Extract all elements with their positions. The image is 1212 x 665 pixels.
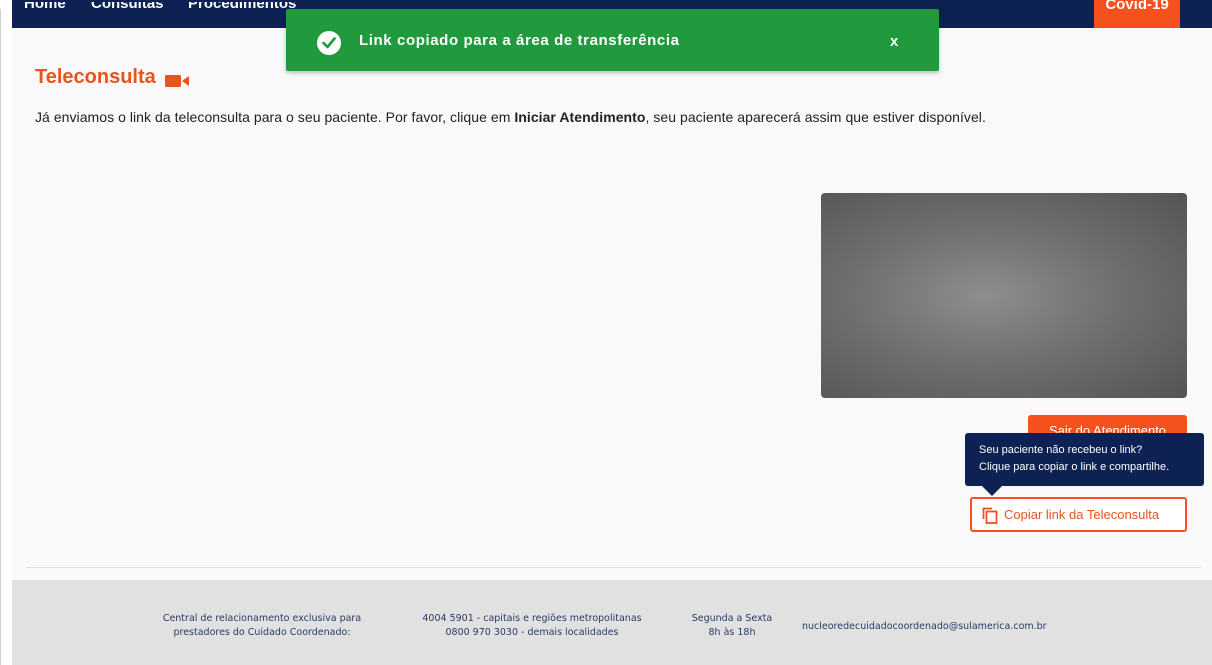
- tooltip-line-1: Seu paciente não recebeu o link?: [979, 444, 1143, 456]
- page-title-text: Teleconsulta: [35, 66, 156, 88]
- intro-text: Já enviamos o link da teleconsulta para …: [35, 109, 986, 125]
- footer-phone-line-1: 4004 5901 - capitais e regiões metropoli…: [422, 613, 642, 624]
- footer-email[interactable]: nucleoredecuidadocoordenado@sulamerica.c…: [802, 620, 1092, 634]
- tooltip-arrow: [982, 486, 1002, 496]
- intro-text-start: Já enviamos o link da teleconsulta para …: [35, 109, 515, 125]
- nav-item-home[interactable]: Home: [24, 2, 66, 16]
- footer-phone-numbers: 4004 5901 - capitais e regiões metropoli…: [397, 612, 667, 640]
- footer-support-line-2: prestadores do Cuidado Coordenado:: [173, 627, 351, 638]
- video-preview: [821, 193, 1187, 398]
- success-toast: Link copiado para a área de transferênci…: [286, 9, 939, 71]
- footer-hours: Segunda a Sexta 8h às 18h: [672, 612, 792, 640]
- footer-support-line-1: Central de relacionamento exclusiva para: [162, 613, 362, 624]
- toast-message: Link copiado para a área de transferênci…: [359, 32, 680, 49]
- check-circle-icon: [317, 31, 341, 55]
- window-edge: [0, 9, 1, 665]
- nav-item-consultas[interactable]: Consultas: [91, 2, 164, 16]
- copy-link-tooltip: Seu paciente não recebeu o link? Clique …: [965, 433, 1204, 486]
- video-camera-icon: [164, 72, 190, 88]
- footer-phone-line-2: 0800 970 3030 - demais localidades: [445, 627, 619, 638]
- nav-item-procedimentos[interactable]: Procedimentos: [188, 2, 296, 16]
- page-title: Teleconsulta: [35, 66, 190, 89]
- app-frame: Home Consultas Procedimentos Covid-19 Te…: [0, 0, 1212, 665]
- tooltip-line-2: Clique para copiar o link e compartilhe.: [979, 461, 1170, 473]
- main-content: Teleconsulta Já enviamos o link da telec…: [12, 28, 1212, 580]
- covid-button[interactable]: Covid-19: [1094, 0, 1180, 28]
- footer-time: 8h às 18h: [708, 627, 756, 638]
- footer: Central de relacionamento exclusiva para…: [12, 580, 1212, 665]
- footer-days: Segunda a Sexta: [691, 613, 773, 624]
- copy-icon: [981, 506, 999, 524]
- copy-link-label: Copiar link da Teleconsulta: [1004, 507, 1160, 522]
- footer-support-info: Central de relacionamento exclusiva para…: [142, 612, 382, 640]
- intro-text-highlight: Iniciar Atendimento: [514, 109, 646, 125]
- intro-text-end: , seu paciente aparecerá assim que estiv…: [645, 109, 986, 125]
- toast-close-button[interactable]: x: [890, 33, 898, 50]
- content-divider: [26, 567, 1201, 568]
- copy-link-button[interactable]: Copiar link da Teleconsulta: [970, 497, 1187, 532]
